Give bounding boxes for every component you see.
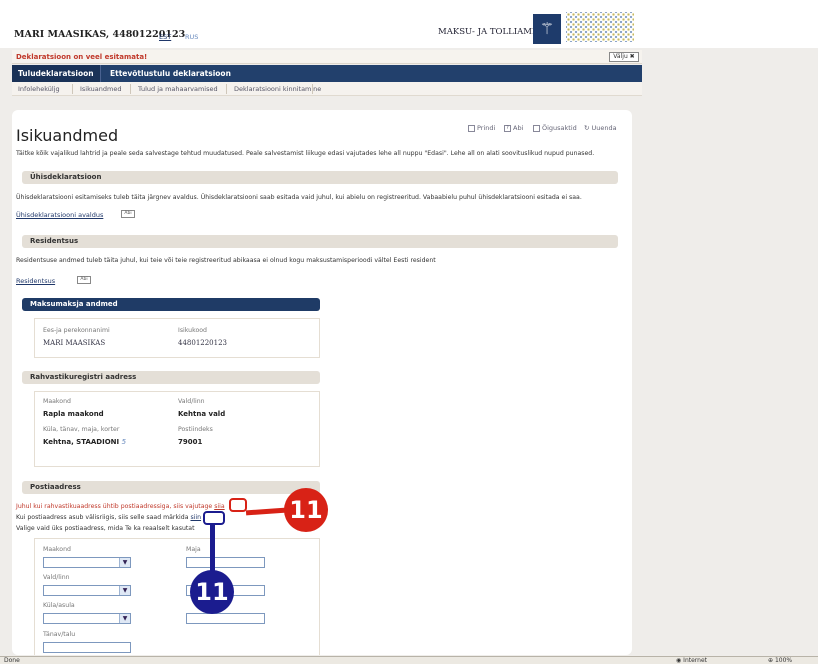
postal-abroad-link[interactable]: siin xyxy=(190,514,201,521)
subnav-item-tulud[interactable]: Tulud ja mahaarvamised xyxy=(138,85,218,93)
taxpayer-box: Ees-ja perekonnanimi Isikukood MARI MAAS… xyxy=(34,318,320,358)
red-highlight-ring xyxy=(229,498,247,512)
residency-link[interactable]: Residentsus xyxy=(16,277,55,285)
intro-text: Täitke kõik vajalikud lahtrid ja peale s… xyxy=(16,150,595,157)
residency-text: Residentsuse andmed tuleb täita juhul, k… xyxy=(16,257,436,264)
postal-house-label: Maja xyxy=(186,546,201,553)
joint-help-button[interactable]: Abi xyxy=(121,210,135,218)
street-label: Küla, tänav, maja, korter xyxy=(43,426,120,433)
section-registry-header: Rahvastikuregistri aadress xyxy=(22,371,320,384)
subnav-divider xyxy=(226,84,227,94)
legal-button[interactable]: Õigusaktid xyxy=(533,124,577,132)
residency-help-button[interactable]: Abi xyxy=(77,276,91,284)
id-label: Isikukood xyxy=(178,327,207,334)
postal-parish-label: Vald/linn xyxy=(43,574,70,581)
section-taxpayer-header: Maksumaksja andmed xyxy=(22,298,320,311)
postal-village-label: Küla/asula xyxy=(43,602,75,609)
section-residency-header: Residentsus xyxy=(22,235,618,248)
postal-street-label: Tänav/talu xyxy=(43,631,76,638)
chevron-down-icon: ▼ xyxy=(119,586,130,595)
lang-est-link[interactable]: EST xyxy=(159,33,171,41)
subnav-divider xyxy=(72,84,73,94)
tab-tuludeklaratsioon[interactable]: Tuludeklaratsioon xyxy=(12,65,101,82)
postal-county-label: Maakond xyxy=(43,546,71,553)
emblem-icon: ⚚ xyxy=(533,14,561,44)
postal-street-input[interactable] xyxy=(43,642,131,653)
parish-value: Kehtna vald xyxy=(178,410,226,418)
status-text: Done xyxy=(4,657,20,664)
county-label: Maakond xyxy=(43,398,71,405)
postal-abroad-text: Kui postiaadress asub välisriigis, siis … xyxy=(16,514,201,521)
postal-choose-text: Valige vaid üks postiaadress, mida Te ka… xyxy=(16,525,195,532)
subnav-item-isikuandmed[interactable]: Isikuandmed xyxy=(80,85,121,93)
postal-parish-select[interactable]: ▼ xyxy=(43,585,131,596)
exit-button[interactable]: Välju ✖ xyxy=(609,52,639,62)
print-label: Prindi xyxy=(477,124,496,132)
postal-index-input[interactable] xyxy=(186,613,265,624)
site-header: MARI MAASIKAS, 44801220123 EST RUS MAKSU… xyxy=(0,0,818,48)
logo-pattern-icon xyxy=(566,12,634,42)
registry-box: Maakond Vald/linn Rapla maakond Kehtna v… xyxy=(34,391,320,467)
tab-ettevotlustulu[interactable]: Ettevõtlustulu deklaratsioon xyxy=(104,65,237,82)
postal-county-select[interactable]: ▼ xyxy=(43,557,131,568)
subnav-divider xyxy=(130,84,131,94)
blue-highlight-ring xyxy=(203,511,225,525)
subnav-divider xyxy=(312,84,313,94)
section-joint-header: Ühisdeklaratsioon xyxy=(22,171,618,184)
street-value: Kehtna, STAADIONI 5 xyxy=(43,438,126,446)
help-label: Abi xyxy=(513,124,524,132)
postal-form-box: Maakond ▼ Maja Vald/linn ▼ Küla/asula ▼ … xyxy=(34,538,320,655)
street-name: Kehtna, STAADIONI xyxy=(43,438,120,446)
postal-village-select[interactable]: ▼ xyxy=(43,613,131,624)
zone-label: ◉ Internet xyxy=(676,657,707,664)
exit-label: Välju xyxy=(613,53,628,60)
county-value: Rapla maakond xyxy=(43,410,104,418)
chevron-down-icon: ▼ xyxy=(119,558,130,567)
joint-declaration-link[interactable]: Ühisdeklaratsiooni avaldus xyxy=(16,211,103,219)
name-label: Ees-ja perekonnanimi xyxy=(43,327,110,334)
browser-status-bar: Done ◉ Internet ⊕ 100% xyxy=(0,656,818,664)
agency-name: MAKSU- JA TOLLIAMET xyxy=(438,27,544,37)
zoom-value: 100% xyxy=(774,657,793,664)
blue-callout-badge: 11 xyxy=(190,570,234,614)
postal-label: Postiindeks xyxy=(178,426,213,433)
sub-nav: Infoleheküljg Isikuandmed Tulud ja mahaa… xyxy=(12,82,642,96)
document-icon xyxy=(533,124,540,132)
help-icon: ? xyxy=(504,124,511,132)
name-value: MARI MAASIKAS xyxy=(43,339,106,347)
postal-house-input[interactable] xyxy=(186,557,265,568)
legal-label: Õigusaktid xyxy=(542,124,577,132)
postal-same-link[interactable]: siia xyxy=(214,503,224,510)
postal-same-text: Juhul kui rahvastikuaadress ühtib postia… xyxy=(16,503,225,510)
warning-message: Deklaratsioon on veel esitamata! xyxy=(16,53,148,61)
subnav-item-info[interactable]: Infoleheküljg xyxy=(18,85,60,93)
postal-abroad-label: Kui postiaadress asub välisriigis, siis … xyxy=(16,514,189,521)
zone-text: Internet xyxy=(683,657,707,664)
print-icon xyxy=(468,124,475,132)
zoom-control[interactable]: ⊕ 100% xyxy=(768,657,792,664)
blue-callout-pointer xyxy=(210,524,215,572)
globe-icon: ◉ xyxy=(676,657,682,664)
refresh-button[interactable]: ↻ Uuenda xyxy=(584,124,617,132)
refresh-icon: ↻ xyxy=(584,124,590,132)
warning-bar: Deklaratsioon on veel esitamata! Välju ✖ xyxy=(12,50,642,64)
id-value: 44801220123 xyxy=(178,339,227,347)
print-button[interactable]: Prindi xyxy=(468,124,495,132)
subnav-item-kinnitamine[interactable]: Deklaratsiooni kinnitamine xyxy=(234,85,321,93)
main-nav: Tuludeklaratsioon Ettevõtlustulu deklara… xyxy=(12,65,642,82)
help-button[interactable]: ? Abi xyxy=(504,124,523,132)
section-postal-header: Postiaadress xyxy=(22,481,320,494)
lang-rus-link[interactable]: RUS xyxy=(185,33,198,41)
joint-text: Ühisdeklaratsiooni esitamiseks tuleb täi… xyxy=(16,194,582,201)
page-title: Isikuandmed xyxy=(16,126,119,145)
red-callout-badge: 11 xyxy=(284,488,328,532)
parish-label: Vald/linn xyxy=(178,398,205,405)
refresh-label: Uuenda xyxy=(591,124,617,132)
chevron-down-icon: ▼ xyxy=(119,614,130,623)
postal-value: 79001 xyxy=(178,438,203,446)
postal-same-label: Juhul kui rahvastikuaadress ühtib postia… xyxy=(16,503,213,510)
zoom-icon: ⊕ xyxy=(768,657,774,664)
house-number: 5 xyxy=(121,438,127,446)
